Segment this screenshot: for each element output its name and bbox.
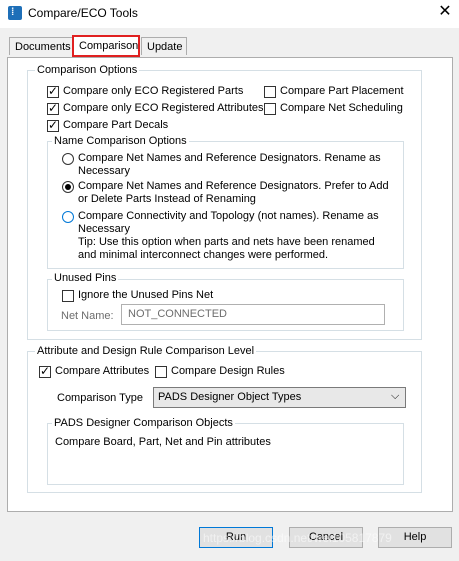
- name-option-tip-line1: Tip: Use this option when parts and nets…: [78, 236, 375, 248]
- pads-objects-text: Compare Board, Part, Net and Pin attribu…: [55, 436, 271, 448]
- close-icon[interactable]: ✕: [434, 2, 456, 24]
- tab-documents[interactable]: Documents: [9, 37, 73, 55]
- compare-eco-attributes-label: Compare only ECO Registered Attributes: [63, 102, 264, 114]
- name-option-rename-line1: Compare Net Names and Reference Designat…: [78, 152, 381, 164]
- compare-eco-parts-label: Compare only ECO Registered Parts: [63, 85, 244, 97]
- name-option-prefer-add-radio[interactable]: [62, 181, 74, 193]
- name-option-topology-line1: Compare Connectivity and Topology (not n…: [78, 210, 379, 222]
- unused-pins-title: Unused Pins: [52, 272, 119, 284]
- name-option-topology-radio[interactable]: [62, 211, 74, 223]
- name-comparison-title: Name Comparison Options: [52, 135, 189, 147]
- compare-attributes-label: Compare Attributes: [55, 365, 150, 377]
- compare-part-decals-label: Compare Part Decals: [63, 119, 169, 131]
- name-option-rename-line2: Necessary: [78, 165, 130, 177]
- pads-objects-title: PADS Designer Comparison Objects: [52, 417, 235, 429]
- comparison-type-select[interactable]: PADS Designer Object Types: [153, 387, 406, 408]
- compare-net-scheduling-checkbox[interactable]: [264, 103, 276, 115]
- comparison-options-title: Comparison Options: [35, 64, 140, 76]
- compare-design-rules-label: Compare Design Rules: [171, 365, 285, 377]
- chevron-down-icon[interactable]: ⌵: [391, 390, 399, 403]
- window-title: Compare/ECO Tools: [28, 6, 138, 20]
- comparison-type-label: Comparison Type: [57, 392, 144, 404]
- comparison-type-value: PADS Designer Object Types: [158, 391, 302, 403]
- compare-design-rules-checkbox[interactable]: [155, 366, 167, 378]
- tab-comparison[interactable]: Comparison: [72, 35, 140, 57]
- compare-eco-parts-checkbox[interactable]: [47, 84, 59, 98]
- name-option-prefer-add-line1: Compare Net Names and Reference Designat…: [78, 180, 389, 192]
- compare-net-scheduling-label: Compare Net Scheduling: [280, 102, 403, 114]
- compare-eco-attributes-checkbox[interactable]: [47, 101, 59, 115]
- compare-part-decals-checkbox[interactable]: [47, 118, 59, 132]
- name-option-rename-radio[interactable]: [62, 153, 74, 165]
- attribute-title: Attribute and Design Rule Comparison Lev…: [35, 345, 257, 357]
- compare-part-placement-label: Compare Part Placement: [280, 85, 404, 97]
- name-option-tip-line2: and minimal interconnect changes were pe…: [78, 249, 329, 261]
- compare-attributes-checkbox[interactable]: [39, 364, 51, 378]
- name-option-topology-line2: Necessary: [78, 223, 130, 235]
- ignore-unused-pins-label: Ignore the Unused Pins Net: [78, 289, 214, 301]
- tab-update[interactable]: Update: [141, 37, 187, 55]
- net-name-input[interactable]: NOT_CONNECTED: [121, 304, 385, 325]
- pads-objects-group: [47, 423, 404, 485]
- compare-part-placement-checkbox[interactable]: [264, 86, 276, 98]
- ignore-unused-pins-checkbox[interactable]: [62, 290, 74, 302]
- net-name-label: Net Name:: [61, 310, 114, 322]
- app-icon: ⁞: [8, 6, 22, 20]
- name-option-prefer-add-line2: or Delete Parts Instead of Renaming: [78, 193, 256, 205]
- watermark: https://blog.csdn.net/wei105817879: [203, 531, 392, 545]
